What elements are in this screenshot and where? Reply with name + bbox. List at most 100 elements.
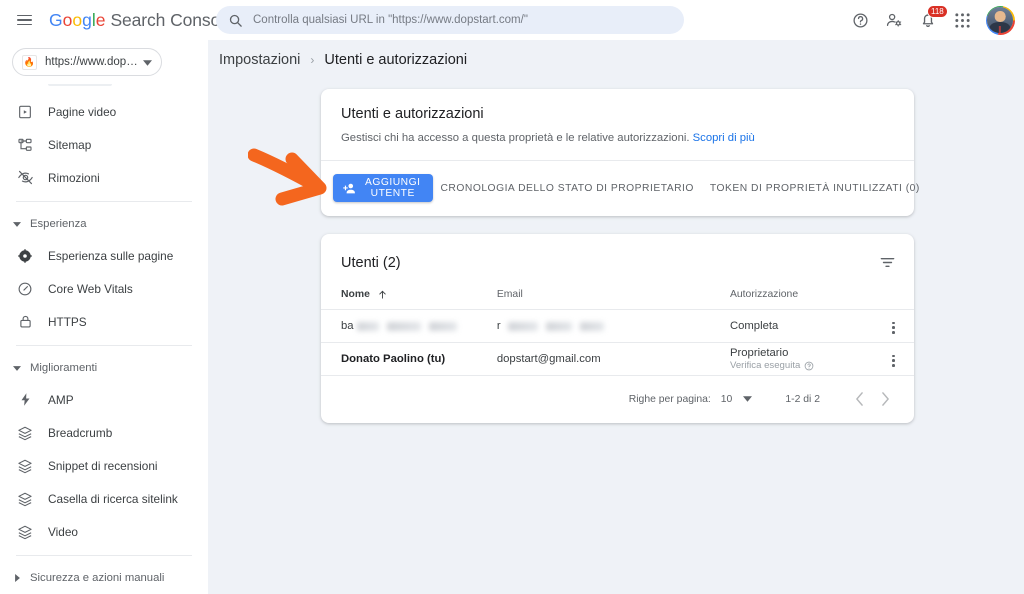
sidebar-item-core-web-vitals[interactable]: Core Web Vitals xyxy=(0,272,196,305)
add-user-button-label: AGGIUNGI UTENTE xyxy=(365,177,421,200)
cell-permission: Proprietario Verifica eseguita xyxy=(729,342,874,377)
sidebar: 🔥 https://www.dopsta... Pagine video xyxy=(0,40,208,594)
brand-logo[interactable]: Google Search Console xyxy=(49,10,234,31)
page-experience-icon xyxy=(16,248,34,264)
arrow-up-icon xyxy=(377,289,388,300)
permissions-actions-row: AGGIUNGI UTENTE CRONOLOGIA DELLO STATO D… xyxy=(321,161,919,216)
layers-icon xyxy=(16,458,34,474)
main-content: Impostazioni › Utenti e autorizzazioni U… xyxy=(208,40,1024,594)
sidebar-item-sitemap[interactable]: Sitemap xyxy=(0,128,196,161)
chevron-down-icon xyxy=(10,221,24,227)
users-card: Utenti (2) Nome Email Autorizzazione ba … xyxy=(321,234,914,424)
sidebar-item-label: Esperienza sulle pagine xyxy=(48,248,174,263)
search-icon xyxy=(228,13,243,28)
sidebar-item-label: Casella di ricerca sitelink xyxy=(48,491,178,506)
sidebar-item-label: Video xyxy=(48,524,78,539)
sidebar-item-snippet-di-recensioni[interactable]: Snippet di recensioni xyxy=(0,449,196,482)
permission-value: Completa xyxy=(729,320,779,333)
table-row[interactable]: Donato Paolino (tu) dopstart@gmail.com P… xyxy=(321,342,914,377)
sidebar-item-casella-di-ricerca-sitelink[interactable]: Casella di ricerca sitelink xyxy=(0,482,196,515)
column-header-autorizzazione[interactable]: Autorizzazione xyxy=(729,289,914,311)
add-user-button[interactable]: AGGIUNGI UTENTE xyxy=(333,174,433,203)
column-header-nome[interactable]: Nome xyxy=(321,289,497,311)
sidebar-item-pagine-video[interactable]: Pagine video xyxy=(0,95,196,128)
main-menu-icon[interactable] xyxy=(7,3,41,37)
permissions-card-description: Gestisci chi ha accesso a questa proprie… xyxy=(341,130,894,146)
sidebar-section-sicurezza-e-azioni-manuali[interactable]: Sicurezza e azioni manuali xyxy=(0,563,208,593)
breadcrumb-parent[interactable]: Impostazioni xyxy=(219,52,300,68)
apps-grid-icon[interactable] xyxy=(946,4,978,36)
sidebar-section-label: Miglioramenti xyxy=(30,362,98,374)
sidebar-section-miglioramenti[interactable]: Miglioramenti xyxy=(0,353,208,383)
sidebar-item-esperienza-sulle-pagine[interactable]: Esperienza sulle pagine xyxy=(0,239,196,272)
kebab-menu-icon[interactable] xyxy=(888,318,899,338)
cell-name: Donato Paolino (tu) xyxy=(321,342,497,377)
account-settings-icon[interactable] xyxy=(878,4,910,36)
cell-email: dopstart@gmail.com xyxy=(496,342,730,377)
redacted-email: r xyxy=(497,320,730,332)
sidebar-divider xyxy=(16,345,192,346)
breadcrumb: Impostazioni › Utenti e autorizzazioni xyxy=(208,40,1024,68)
cell-name: ba xyxy=(321,309,497,344)
permissions-card-title: Utenti e autorizzazioni xyxy=(341,106,484,122)
sidebar-divider xyxy=(16,201,192,202)
chevron-down-icon xyxy=(10,365,24,371)
permission-value: Proprietario xyxy=(729,347,789,360)
sidebar-item-breadcrumb[interactable]: Breadcrumb xyxy=(0,416,196,449)
search-input[interactable] xyxy=(253,14,684,26)
sidebar-scrolled-item-partial xyxy=(0,84,208,95)
pagination: Righe per pagina: 10 1-2 di 2 xyxy=(321,376,914,423)
owner-history-button[interactable]: CRONOLOGIA DELLO STATO DI PROPRIETARIO xyxy=(433,174,702,202)
person-add-icon xyxy=(342,181,357,196)
chevron-down-icon xyxy=(743,396,753,403)
sidebar-item-label: Pagine video xyxy=(48,104,117,119)
avatar[interactable] xyxy=(982,2,1018,38)
cell-row-menu xyxy=(873,309,914,344)
column-label: Autorizzazione xyxy=(729,289,799,301)
unused-tokens-button[interactable]: TOKEN DI PROPRIETÀ INUTILIZZATI (0) xyxy=(702,174,928,202)
avatar-ring xyxy=(985,5,1015,35)
table-header-row: Nome Email Autorizzazione xyxy=(321,289,914,311)
sidebar-item-label: HTTPS xyxy=(48,314,87,329)
cell-permission: Completa xyxy=(729,309,874,344)
sidebar-item-video[interactable]: Video xyxy=(0,515,196,548)
name-visible-part: ba xyxy=(341,320,354,333)
column-header-email[interactable]: Email xyxy=(496,289,730,311)
sidebar-section-esperienza[interactable]: Esperienza xyxy=(0,209,208,239)
permissions-card: Utenti e autorizzazioni Gestisci chi ha … xyxy=(321,89,919,217)
filter-list-icon[interactable] xyxy=(875,250,900,275)
permission-sub: Verifica eseguita xyxy=(730,360,873,371)
rows-per-page-select[interactable]: 10 xyxy=(721,394,753,405)
pagination-range: 1-2 di 2 xyxy=(785,393,820,405)
breadcrumb-separator-icon: › xyxy=(310,53,315,67)
property-selector[interactable]: 🔥 https://www.dopsta... xyxy=(12,48,162,76)
avatar-image xyxy=(987,7,1013,33)
rows-per-page-value: 10 xyxy=(720,393,733,405)
help-icon[interactable] xyxy=(844,4,876,36)
next-page-icon[interactable] xyxy=(872,386,898,412)
rows-per-page-label: Righe per pagina: xyxy=(628,393,711,405)
url-inspection-search[interactable] xyxy=(216,6,684,34)
column-label: Email xyxy=(496,289,523,301)
sidebar-section-label: Esperienza xyxy=(30,218,87,230)
sidebar-item-https[interactable]: HTTPS xyxy=(0,305,196,338)
kebab-menu-icon[interactable] xyxy=(888,351,899,371)
notification-badge: 118 xyxy=(927,5,948,18)
sidebar-item-rimozioni[interactable]: Rimozioni xyxy=(0,161,196,194)
sidebar-item-label: Snippet di recensioni xyxy=(48,458,158,473)
sidebar-item-label: Breadcrumb xyxy=(48,425,113,440)
permission-sub-label: Verifica eseguita xyxy=(729,360,801,372)
previous-page-icon[interactable] xyxy=(846,386,872,412)
lock-icon xyxy=(16,314,34,329)
layers-icon xyxy=(16,425,34,441)
sidebar-item-amp[interactable]: AMP xyxy=(0,383,196,416)
learn-more-link[interactable]: Scopri di più xyxy=(693,132,755,144)
permissions-description-text: Gestisci chi ha accesso a questa proprie… xyxy=(341,132,690,144)
email-visible-part: r xyxy=(496,320,501,333)
table-row[interactable]: ba r Completa xyxy=(321,309,914,344)
notifications-icon[interactable]: 118 xyxy=(912,4,948,36)
layers-icon xyxy=(16,524,34,540)
users-card-title: Utenti (2) xyxy=(341,254,401,271)
help-circle-icon[interactable] xyxy=(804,361,814,371)
users-card-header: Utenti (2) xyxy=(321,234,914,289)
